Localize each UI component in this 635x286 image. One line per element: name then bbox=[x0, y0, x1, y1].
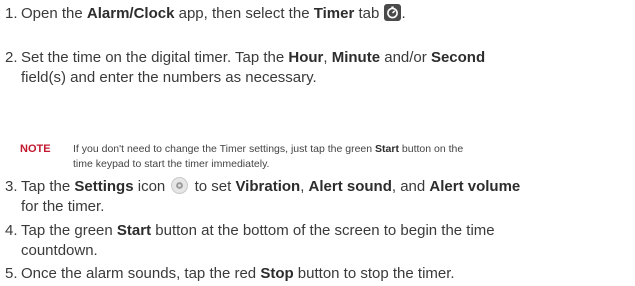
step-4: 4. Tap the green Start button at the bott… bbox=[5, 221, 630, 260]
tab-name: Timer bbox=[313, 5, 355, 22]
step-text: app, then select the bbox=[174, 5, 314, 22]
step-number: 4. bbox=[5, 222, 18, 239]
timer-icon bbox=[384, 4, 402, 21]
step-number: 2. bbox=[5, 49, 18, 66]
step-5: 5. Once the alarm sounds, tap the red Sto… bbox=[5, 264, 630, 284]
note-text: If you don't need to change the Timer se… bbox=[73, 143, 376, 155]
step-text: to set bbox=[190, 178, 236, 195]
step-text: . bbox=[401, 5, 406, 22]
step-text: , and bbox=[391, 178, 430, 195]
note-text-continued: time keypad to start the timer immediate… bbox=[73, 157, 270, 170]
step-3: 3. Tap the Settings icon to set Vibration… bbox=[5, 177, 630, 216]
note-label: NOTE bbox=[20, 143, 51, 155]
field-hour: Hour bbox=[288, 49, 324, 66]
stop-label: Stop bbox=[260, 265, 294, 282]
step-text-continued: for the timer. bbox=[21, 197, 105, 215]
step-text: Tap the bbox=[21, 178, 75, 195]
step-1: 1. Open the Alarm/Clock app, then select … bbox=[5, 4, 630, 24]
step-text: Set the time on the digital timer. Tap t… bbox=[21, 49, 289, 66]
step-text: , bbox=[300, 178, 309, 195]
step-text: tab bbox=[354, 5, 384, 22]
step-text: Tap the green bbox=[21, 222, 117, 239]
step-text: icon bbox=[133, 178, 170, 195]
settings-label: Settings bbox=[74, 178, 134, 195]
field-second: Second bbox=[430, 49, 486, 66]
gear-icon bbox=[171, 177, 189, 194]
step-text: , bbox=[323, 49, 332, 66]
step-text: button at the bottom of the screen to be… bbox=[151, 222, 495, 239]
note-box: NOTE If you don't need to change the Tim… bbox=[20, 142, 630, 171]
field-minute: Minute bbox=[331, 49, 381, 66]
step-number: 5. bbox=[5, 265, 18, 282]
note-text: button on the bbox=[398, 143, 464, 155]
start-label: Start bbox=[116, 222, 152, 239]
step-text-continued: field(s) and enter the numbers as necess… bbox=[21, 68, 317, 86]
step-number: 1. bbox=[5, 5, 18, 22]
step-text: Open the bbox=[21, 5, 87, 22]
note-start-label: Start bbox=[375, 143, 399, 155]
step-text-continued: countdown. bbox=[21, 241, 98, 259]
app-name: Alarm/Clock bbox=[86, 5, 175, 22]
step-text: and/or bbox=[380, 49, 431, 66]
step-text: Once the alarm sounds, tap the red bbox=[21, 265, 261, 282]
alert-sound-label: Alert sound bbox=[308, 178, 392, 195]
step-text: button to stop the timer. bbox=[293, 265, 455, 282]
step-number: 3. bbox=[5, 178, 18, 195]
alert-volume-label: Alert volume bbox=[429, 178, 521, 195]
vibration-label: Vibration bbox=[235, 178, 301, 195]
step-2: 2. Set the time on the digital timer. Tap… bbox=[5, 48, 630, 87]
